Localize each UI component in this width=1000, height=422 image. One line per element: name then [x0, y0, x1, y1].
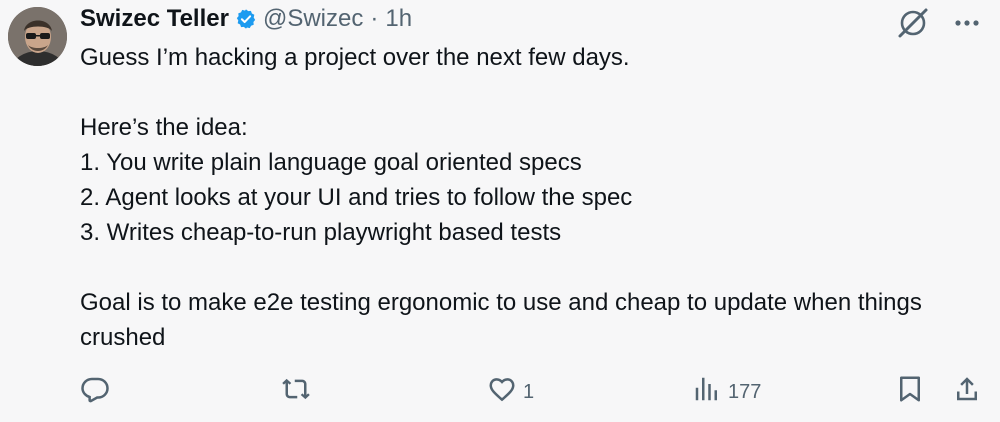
like-button[interactable]: 1: [487, 374, 534, 410]
tweet-actions-bar: 1 177: [80, 374, 980, 406]
separator-dot: ·: [370, 5, 379, 32]
views-count: 177: [728, 380, 762, 403]
views-button[interactable]: 177: [692, 374, 761, 410]
views-icon: [692, 374, 722, 410]
tweet-header: Swizec Teller @Swizec · 1h: [80, 4, 412, 34]
share-icon: [952, 374, 982, 410]
bookmark-button[interactable]: [895, 374, 925, 410]
author-handle[interactable]: @Swizec: [263, 5, 363, 33]
tweet-timestamp[interactable]: 1h: [385, 5, 412, 33]
retweet-icon: [281, 374, 311, 410]
verified-badge-icon: [235, 8, 257, 30]
tweet-top-actions: [896, 6, 980, 40]
author-name[interactable]: Swizec Teller: [80, 5, 229, 33]
more-icon[interactable]: [954, 18, 980, 28]
bookmark-icon: [895, 374, 925, 410]
heart-icon: [487, 374, 517, 410]
reply-icon: [80, 374, 110, 410]
tweet-text: Guess I’m hacking a project over the nex…: [80, 44, 922, 351]
share-button[interactable]: [952, 374, 982, 410]
like-count: 1: [523, 380, 535, 403]
reply-button[interactable]: [80, 374, 116, 410]
avatar[interactable]: [8, 7, 67, 66]
retweet-button[interactable]: [281, 374, 317, 410]
grok-icon[interactable]: [896, 6, 930, 40]
